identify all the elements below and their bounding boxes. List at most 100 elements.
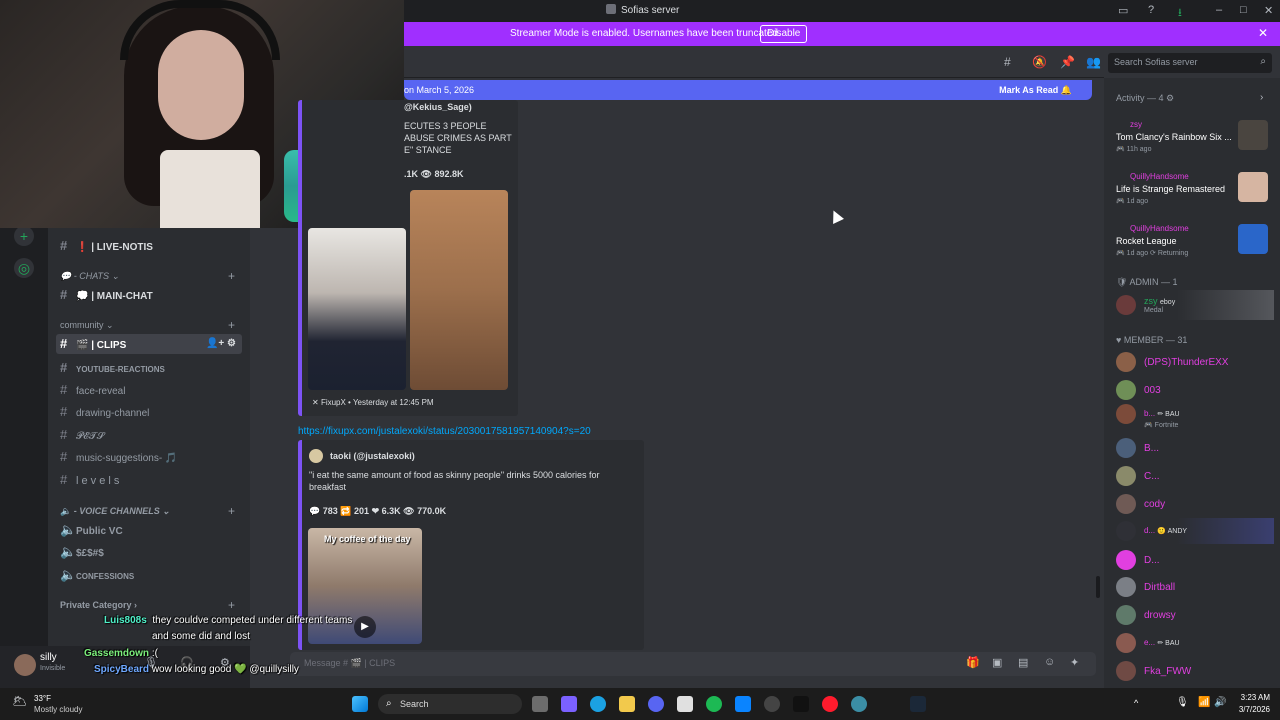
pin-icon[interactable]: 📌: [1060, 55, 1075, 69]
channel-face-reveal[interactable]: # face-reveal: [56, 380, 242, 400]
weather-icon[interactable]: 🌥: [12, 694, 27, 708]
taskbar-search[interactable]: ⌕ Search: [378, 694, 522, 714]
channel-youtube-reactions[interactable]: # YOUTUBE-REACTIONS: [56, 358, 242, 378]
mic-tray-icon[interactable]: 🎙: [1176, 697, 1189, 708]
clock-date[interactable]: 3/7/2026: [1232, 705, 1270, 714]
gif-icon[interactable]: ▣: [992, 656, 1002, 669]
avatar[interactable]: [14, 654, 36, 676]
channel-live-notis[interactable]: # ❗ | LIVE-NOTIS: [56, 236, 242, 256]
app-icon[interactable]: [764, 696, 780, 712]
game-thumbnail[interactable]: [1238, 224, 1268, 254]
member-name[interactable]: B...: [1144, 443, 1159, 454]
mail-icon[interactable]: [735, 696, 751, 712]
category-voice[interactable]: 🔈 - VOICE CHANNELS ⌄: [60, 506, 170, 517]
file-explorer-icon[interactable]: [619, 696, 635, 712]
new-messages-bar[interactable]: on March 5, 2026 Mark As Read 🔔: [404, 80, 1092, 100]
message-link[interactable]: https://fixupx.com/justalexoki/status/20…: [298, 426, 591, 437]
member-name[interactable]: drowsy: [1144, 610, 1176, 621]
disable-button[interactable]: Disable: [760, 25, 808, 43]
explore-icon[interactable]: ◎: [14, 258, 34, 278]
channel-main-chat[interactable]: # 💭 | MAIN-CHAT: [56, 285, 242, 305]
member-name[interactable]: d... 🙂 ANDY: [1144, 526, 1187, 535]
close-icon[interactable]: ✕: [1258, 26, 1268, 40]
speaker-icon: 🔈: [60, 567, 77, 582]
voice-channel-2[interactable]: 🔈$£$#$: [56, 542, 242, 562]
emoji-icon[interactable]: ☺: [1044, 656, 1055, 668]
maximize-icon[interactable]: □: [1240, 4, 1247, 16]
embed-image[interactable]: [308, 228, 406, 390]
sticker-icon[interactable]: ▤: [1018, 656, 1028, 669]
notification-icon[interactable]: 🔕: [1032, 55, 1047, 69]
members-icon[interactable]: 👥: [1086, 55, 1101, 69]
tiktok-icon[interactable]: [793, 696, 809, 712]
embed-stats: 💬 783 🔁 201 ❤ 6.3K 👁 770.0K: [309, 506, 447, 516]
channel-pets[interactable]: # 𝓟𝓔𝓣𝓢: [56, 425, 242, 445]
member-name[interactable]: e... ✏ BAU: [1144, 638, 1180, 647]
steam-icon[interactable]: [910, 696, 926, 712]
gift-icon[interactable]: 🎁: [966, 656, 980, 669]
close-window-icon[interactable]: ✕: [1264, 4, 1273, 17]
clock-time[interactable]: 3:23 AM: [1232, 693, 1270, 702]
chevron-right-icon[interactable]: ›: [1260, 92, 1263, 103]
help-icon[interactable]: ?: [1148, 4, 1154, 16]
discord-app-icon[interactable]: [648, 696, 664, 712]
avatar: [1116, 438, 1136, 458]
user-status: Invisible: [40, 665, 66, 672]
channel-music-suggestions[interactable]: # music-suggestions- 🎵: [56, 447, 242, 467]
play-icon[interactable]: ▶: [354, 616, 376, 638]
windows-start-icon[interactable]: [352, 696, 368, 712]
search-input[interactable]: Search Sofias server ⌕: [1108, 53, 1272, 73]
game-thumbnail[interactable]: [1238, 120, 1268, 150]
channel-drawing[interactable]: # drawing-channel: [56, 402, 242, 422]
category-community[interactable]: community ⌄: [60, 320, 114, 331]
threads-icon[interactable]: #: [1004, 55, 1011, 69]
embed-author[interactable]: taoki (@justalexoki): [330, 451, 415, 461]
embed-footer: ✕ FixupX • Yesterday at 12:45 PM: [312, 398, 434, 407]
gear-icon[interactable]: ⚙: [1166, 93, 1174, 103]
apps-icon[interactable]: ✦: [1070, 656, 1079, 669]
edge-icon[interactable]: [590, 696, 606, 712]
category-chats[interactable]: 💬 - CHATS ⌄: [60, 271, 119, 282]
add-channel-icon[interactable]: +: [228, 504, 235, 518]
mark-as-read-button[interactable]: Mark As Read 🔔: [999, 85, 1072, 96]
member-name[interactable]: b... ✏ BAU: [1144, 409, 1180, 418]
copilot-icon[interactable]: [561, 696, 577, 712]
spotify-icon[interactable]: [706, 696, 722, 712]
channel-settings-icon[interactable]: 👤+ ⚙: [206, 334, 236, 354]
add-server-icon[interactable]: +: [14, 226, 34, 246]
member-name[interactable]: (DPS)ThunderEXX: [1144, 357, 1228, 368]
retweet-icon: 🔁: [340, 506, 352, 516]
add-channel-icon[interactable]: +: [228, 269, 235, 283]
add-channel-icon[interactable]: +: [228, 598, 235, 612]
inbox-icon[interactable]: ▭: [1118, 4, 1128, 17]
store-icon[interactable]: [677, 696, 693, 712]
add-channel-icon[interactable]: +: [228, 318, 235, 332]
voice-public-vc[interactable]: 🔈Public VC: [56, 520, 242, 540]
member-name[interactable]: D...: [1144, 555, 1160, 566]
minimize-icon[interactable]: –: [1216, 4, 1222, 16]
channel-clips[interactable]: # 🎬 | CLIPS 👤+ ⚙: [56, 334, 242, 354]
member-name[interactable]: C...: [1144, 471, 1160, 482]
member-name[interactable]: Dirtball: [1144, 582, 1175, 593]
voice-confessions[interactable]: 🔈CONFESSIONS: [56, 565, 242, 585]
category-private[interactable]: Private Category ›: [60, 600, 137, 610]
volume-icon[interactable]: 🔊: [1214, 697, 1226, 708]
member-name[interactable]: 003: [1144, 385, 1161, 396]
heart-icon: ❤: [371, 506, 380, 516]
chevron-up-icon[interactable]: ^: [1134, 698, 1138, 708]
member-row[interactable]: [1112, 518, 1274, 544]
member-name[interactable]: cody: [1144, 499, 1165, 510]
member-name[interactable]: Fka_FWW: [1144, 666, 1191, 677]
download-icon[interactable]: ⭳: [1178, 4, 1182, 23]
opera-icon[interactable]: [822, 696, 838, 712]
game-thumbnail[interactable]: [1238, 172, 1268, 202]
eye-icon: 👁: [420, 169, 432, 179]
speaker-icon: 🔈: [60, 522, 77, 537]
app-icon[interactable]: [851, 696, 867, 712]
scrollbar[interactable]: [1096, 576, 1100, 598]
channel-levels[interactable]: # l e v e l s: [56, 470, 242, 490]
member-row[interactable]: [1112, 290, 1274, 320]
embed-image[interactable]: [410, 190, 508, 390]
wifi-icon[interactable]: 📶: [1198, 697, 1210, 708]
task-view-icon[interactable]: [532, 696, 548, 712]
